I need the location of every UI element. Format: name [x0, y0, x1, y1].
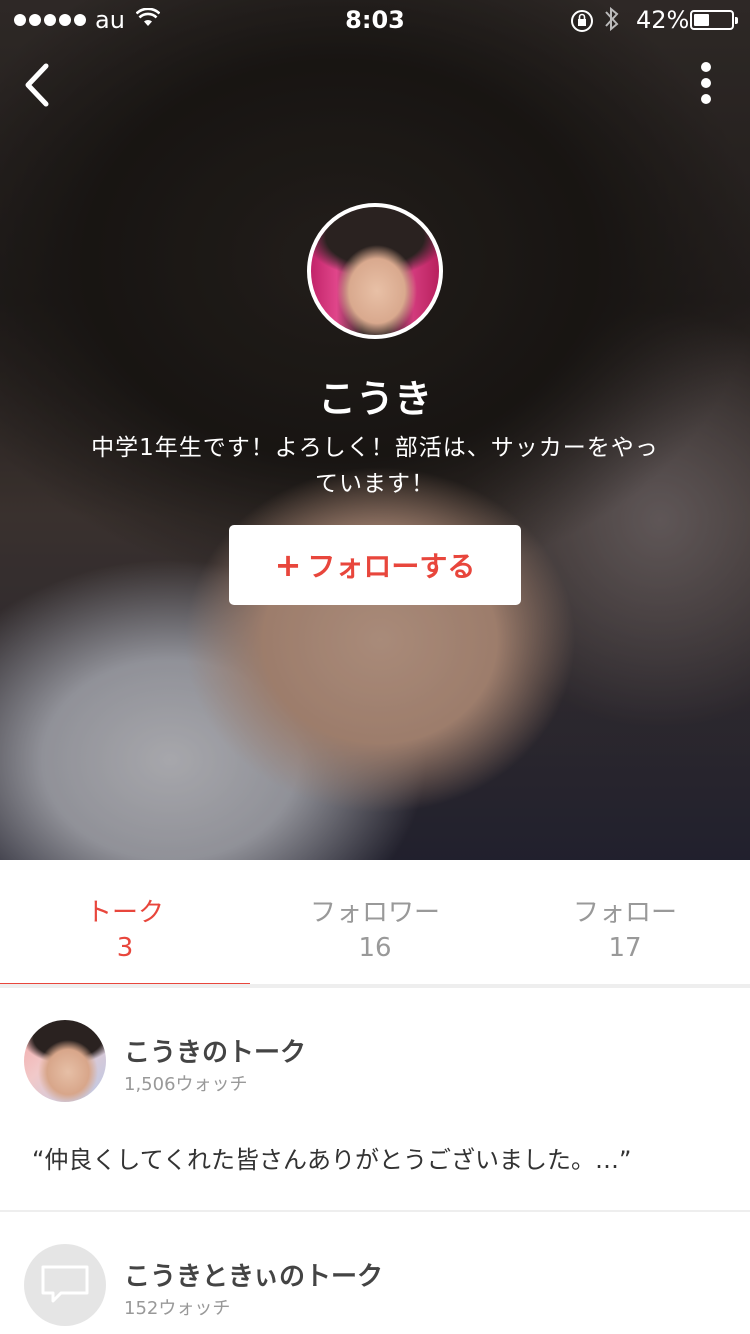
speech-bubble-icon	[41, 1265, 89, 1303]
profile-bio: 中学1年生です！よろしく！部活は、サッカーをやっています！	[91, 435, 659, 497]
plus-icon: +	[274, 546, 302, 584]
tab-following[interactable]: フォロー 17	[500, 860, 750, 988]
talk-card[interactable]: こうきときぃのトーク 152ウォッチ	[0, 1212, 750, 1334]
tab-label: トーク	[85, 898, 164, 928]
lock-rotation-icon	[571, 10, 593, 32]
back-icon[interactable]	[22, 62, 52, 108]
battery-icon	[690, 10, 738, 30]
tab-talk[interactable]: トーク 3	[0, 860, 250, 988]
status-bar: au 8:03 42%	[0, 0, 750, 40]
bluetooth-icon	[605, 6, 619, 32]
follow-button-label: フォローする	[307, 550, 476, 583]
profile-name: こうき	[317, 377, 432, 421]
talk-watch-count: 1,506ウォッチ	[124, 1074, 248, 1095]
tab-count: 3	[116, 933, 134, 963]
talk-card[interactable]: こうきのトーク 1,506ウォッチ “仲良くしてくれた皆さんありがとうございまし…	[0, 988, 750, 1210]
talk-watch-count: 152ウォッチ	[124, 1298, 231, 1319]
talk-avatar	[24, 1244, 106, 1326]
profile-avatar	[307, 203, 443, 339]
talk-title: こうきときぃのトーク	[124, 1262, 383, 1292]
profile-tabs: トーク 3 フォロワー 16 フォロー 17	[0, 860, 750, 988]
more-icon[interactable]	[694, 62, 718, 108]
tab-followers[interactable]: フォロワー 16	[250, 860, 500, 988]
talk-quote: “仲良くしてくれた皆さんありがとうございました。…”	[32, 1146, 632, 1174]
talk-title: こうきのトーク	[124, 1038, 307, 1068]
follow-button[interactable]: + フォローする	[229, 525, 521, 605]
tab-label: フォロワー	[309, 898, 440, 928]
talk-avatar	[24, 1020, 106, 1102]
tab-count: 17	[608, 933, 642, 963]
tab-count: 16	[358, 933, 392, 963]
tab-label: フォロー	[572, 898, 677, 928]
battery-percentage: 42%	[636, 6, 690, 34]
